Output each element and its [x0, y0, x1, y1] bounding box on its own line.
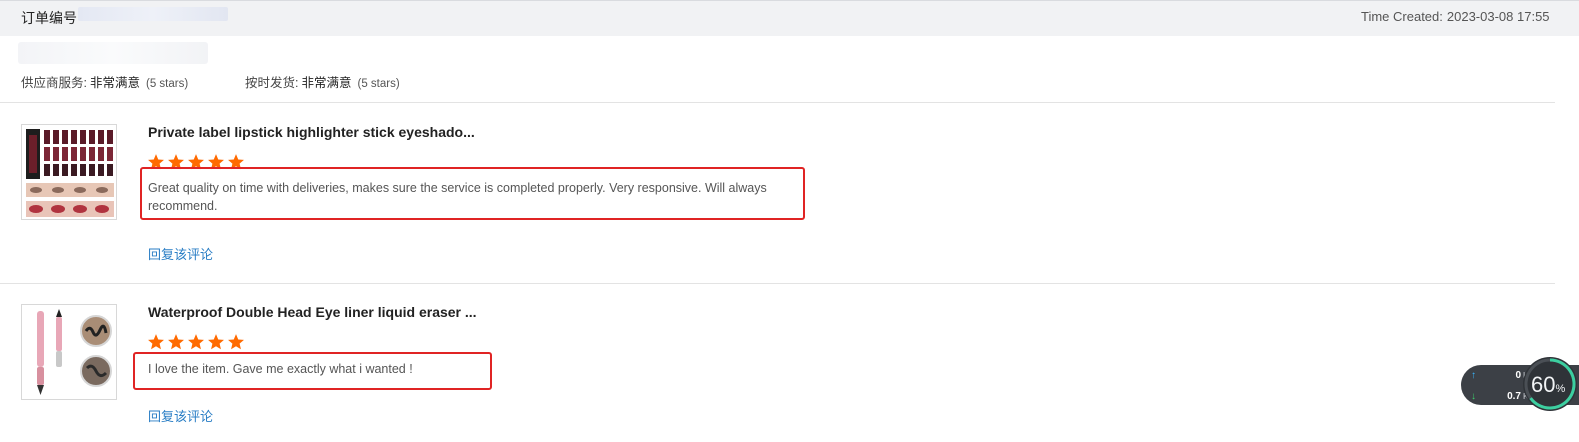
buyer-name-redacted — [18, 42, 208, 64]
star-icon — [208, 334, 224, 350]
product-title[interactable]: Waterproof Double Head Eye liner liquid … — [148, 304, 477, 320]
review-text: I love the item. Gave me exactly what i … — [148, 362, 413, 376]
rating-stars-text: (5 stars) — [146, 78, 189, 90]
product-thumbnail-eyeliner[interactable] — [21, 304, 117, 400]
rating-stars-text: (5 stars) — [357, 78, 400, 90]
star-icon — [228, 334, 244, 350]
divider — [0, 102, 1555, 103]
order-header — [0, 0, 1579, 36]
usage-percent-value: 60 — [1531, 372, 1556, 397]
download-arrow-icon: ↓ — [1471, 391, 1476, 402]
star-icon — [168, 334, 184, 350]
upload-speed-value: 0 — [1515, 370, 1521, 381]
rating-value: 非常满意 — [89, 76, 140, 90]
product-image — [24, 307, 116, 399]
product-image — [24, 127, 116, 219]
supplier-service-rating: 供应商服务: 非常满意 (5 stars) — [21, 72, 188, 91]
usage-percent: 60% — [1531, 372, 1565, 398]
product-title[interactable]: Private label lipstick highlighter stick… — [148, 124, 475, 140]
product-thumbnail-lipstick[interactable] — [21, 124, 117, 220]
time-created-label: Time Created: — [1361, 9, 1443, 24]
download-speed-value: 0.7 — [1507, 391, 1521, 402]
star-icon — [188, 334, 204, 350]
reply-review-link[interactable]: 回复该评论 — [148, 244, 213, 263]
review-star-rating — [147, 333, 245, 351]
order-number-redacted — [78, 7, 228, 21]
rating-label: 供应商服务: — [21, 76, 87, 90]
order-number-label: 订单编号 — [21, 10, 77, 26]
time-created-value: 2023-03-08 17:55 — [1446, 9, 1550, 24]
rating-value: 非常满意 — [301, 76, 352, 90]
rating-label: 按时发货: — [245, 76, 299, 90]
time-created: Time Created: 2023-03-08 17:55 — [1361, 9, 1550, 24]
usage-percent-sign: % — [1555, 383, 1566, 395]
on-time-delivery-rating: 按时发货: 非常满意 (5 stars) — [245, 72, 400, 91]
reply-review-link[interactable]: 回复该评论 — [148, 406, 213, 425]
review-text: Great quality on time with deliveries, m… — [148, 181, 767, 213]
divider — [0, 283, 1555, 284]
upload-arrow-icon: ↑ — [1471, 370, 1476, 381]
star-icon — [148, 334, 164, 350]
